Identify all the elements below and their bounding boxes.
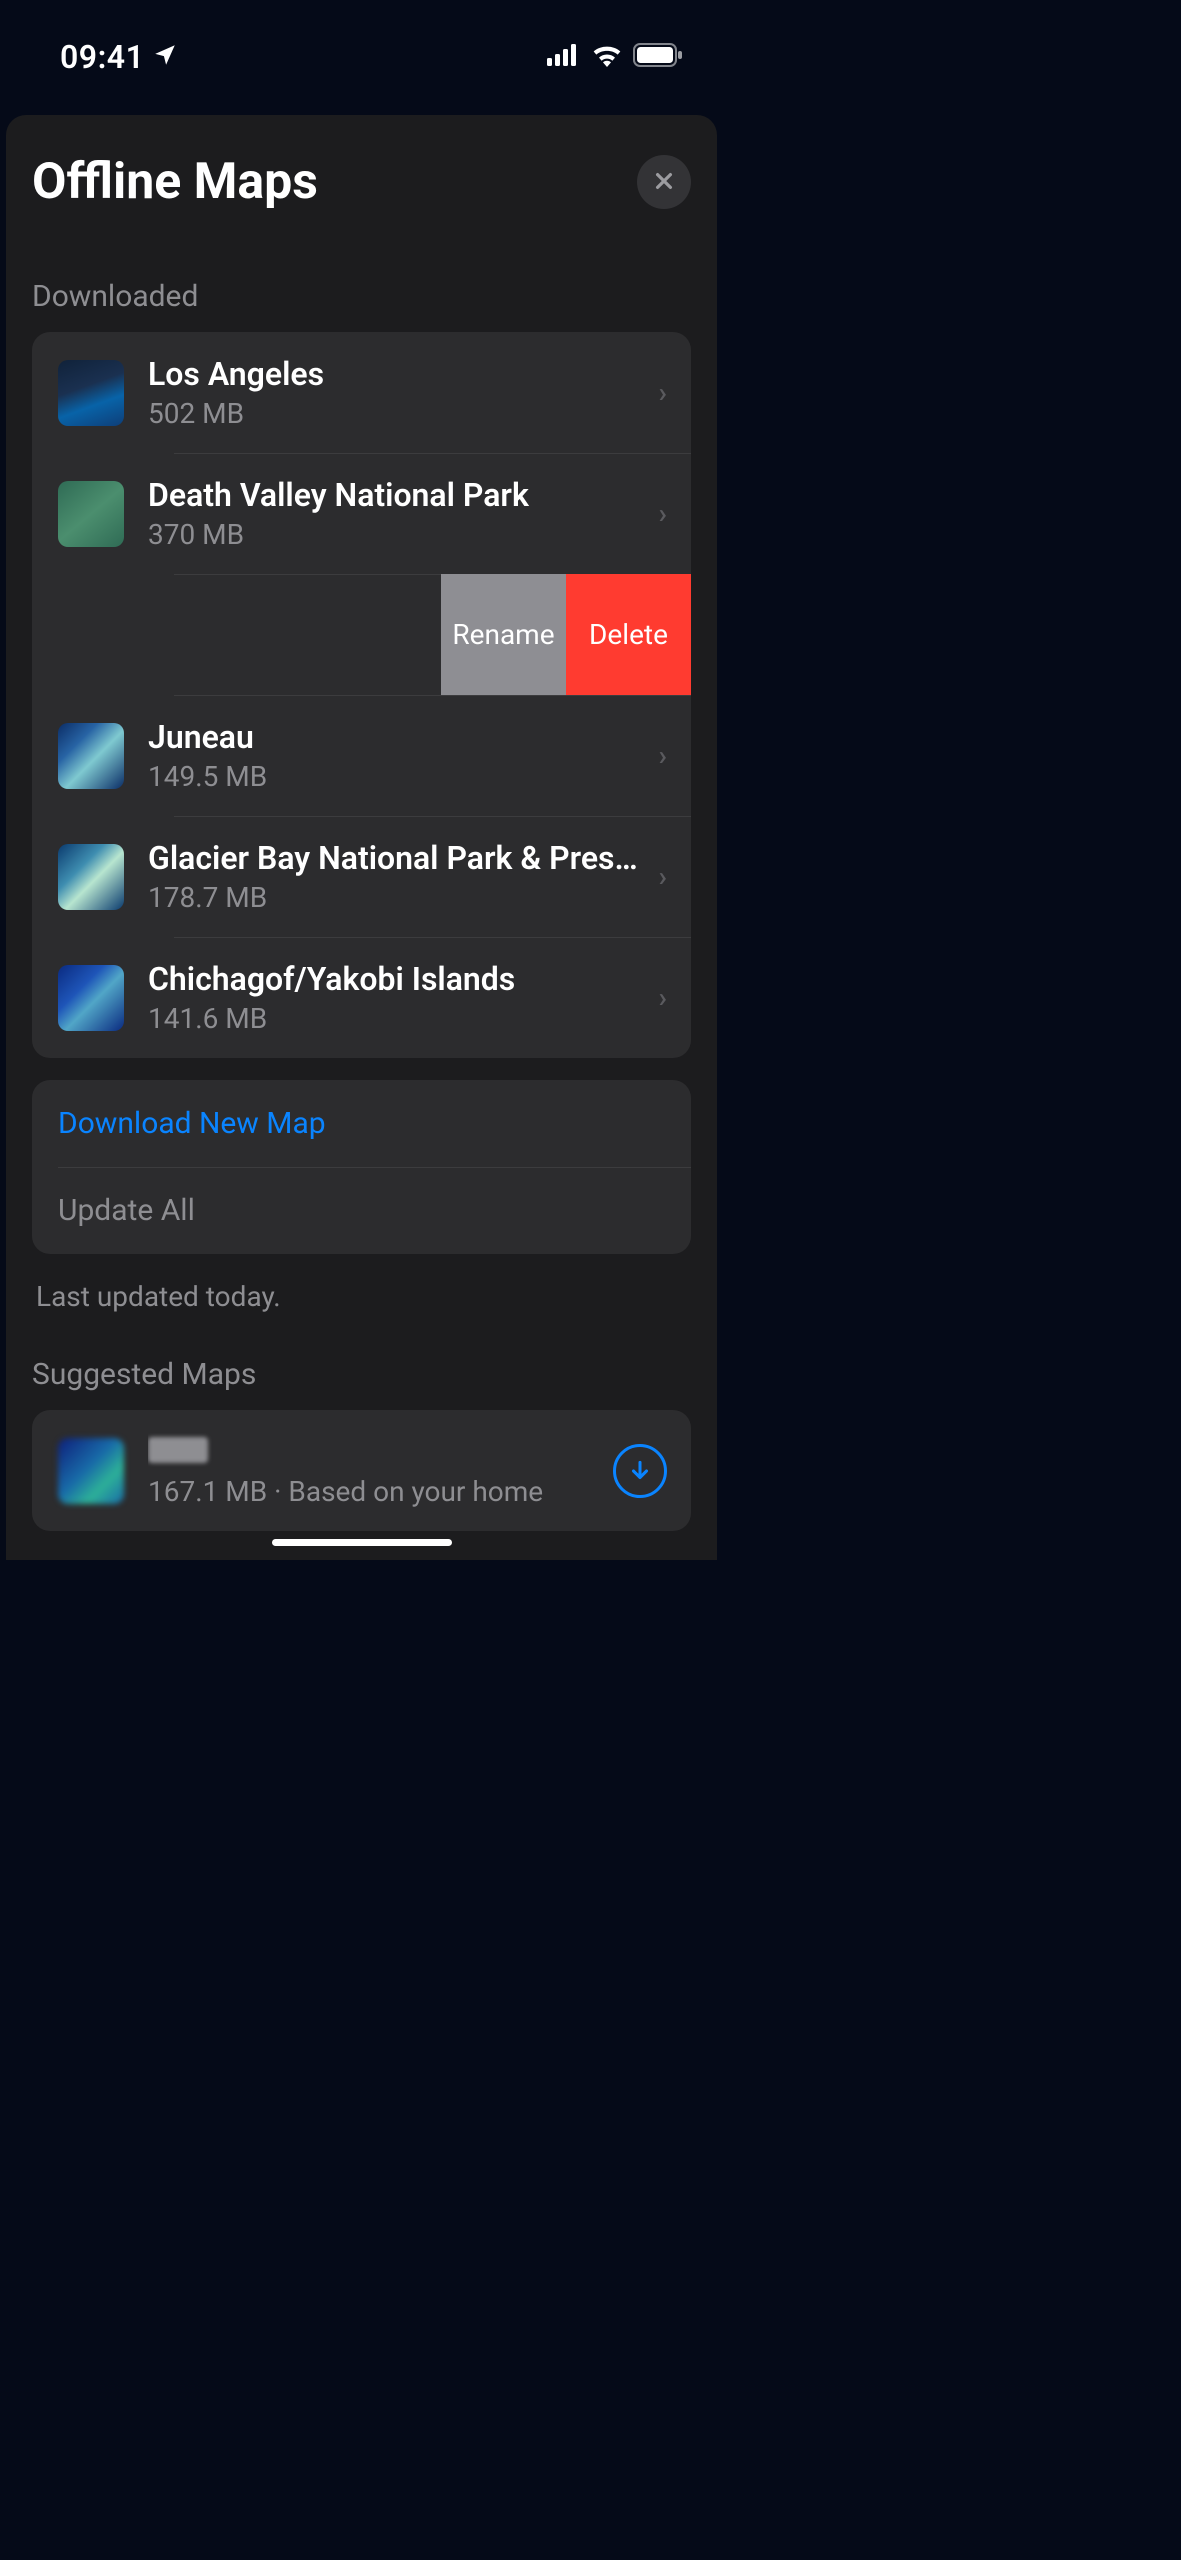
suggested-map-name-redacted (148, 1433, 601, 1471)
map-thumbnail (58, 1438, 124, 1504)
phone-frame: 09:41 Offline Maps (0, 0, 723, 1560)
map-name: Glacier Bay National Park & Preser... (148, 839, 647, 877)
close-button[interactable] (637, 155, 691, 209)
map-row-text: 167.1 MB · Based on your home (148, 1433, 601, 1508)
close-icon (653, 165, 675, 200)
map-thumbnail (58, 723, 124, 789)
sheet-header: Offline Maps (6, 153, 717, 251)
status-bar: 09:41 (0, 0, 723, 90)
map-name: Chichagof/Yakobi Islands (148, 960, 647, 998)
map-row-text: Los Angeles 502 MB (148, 355, 647, 430)
suggested-map-row[interactable]: 167.1 MB · Based on your home (32, 1410, 691, 1531)
status-left: 09:41 (60, 38, 178, 76)
download-new-map-button[interactable]: Download New Map (32, 1080, 691, 1167)
page-title: Offline Maps (32, 153, 318, 211)
map-size: 149.5 MB (148, 760, 647, 793)
map-thumbnail (58, 360, 124, 426)
map-name: Juneau (148, 718, 647, 756)
chevron-right-icon: › (659, 376, 667, 409)
suggested-list: 167.1 MB · Based on your home (32, 1410, 691, 1531)
downloaded-section-label: Downloaded (6, 251, 717, 332)
chevron-right-icon: › (659, 739, 667, 772)
actions-list: Download New Map Update All (32, 1080, 691, 1254)
delete-button[interactable]: Delete (566, 574, 691, 695)
map-thumbnail (58, 965, 124, 1031)
suggested-map-size: 167.1 MB (148, 1475, 267, 1508)
suggested-map-sub: 167.1 MB · Based on your home (148, 1475, 601, 1508)
map-row-death-valley[interactable]: Death Valley National Park 370 MB › (32, 453, 691, 574)
suggested-section-label: Suggested Maps (6, 1323, 717, 1410)
battery-icon (633, 43, 683, 71)
map-row-glacier-bay[interactable]: Glacier Bay National Park & Preser... 17… (32, 816, 691, 937)
cellular-signal-icon (547, 44, 581, 70)
status-time: 09:41 (60, 38, 144, 76)
rename-button[interactable]: Rename (441, 574, 566, 695)
offline-maps-sheet: Offline Maps Downloaded Los Angeles 502 … (6, 115, 717, 1560)
map-row-los-angeles[interactable]: Los Angeles 502 MB › (32, 332, 691, 453)
map-size: 178.7 MB (148, 881, 647, 914)
map-size: 370 MB (148, 518, 647, 551)
map-size: 141.6 MB (148, 1002, 647, 1035)
map-row-text: Glacier Bay National Park & Preser... 17… (148, 839, 647, 914)
map-row-text: Death Valley National Park 370 MB (148, 476, 647, 551)
wifi-icon (591, 43, 623, 71)
home-indicator[interactable] (272, 1539, 452, 1546)
last-updated-footnote: Last updated today. (6, 1254, 717, 1323)
map-name: Los Angeles (148, 355, 647, 393)
suggested-map-hint: Based on your home (288, 1475, 543, 1508)
map-row-text: Juneau 149.5 MB (148, 718, 647, 793)
map-name: Death Valley National Park (148, 476, 647, 514)
status-right (547, 43, 683, 71)
location-arrow-icon (152, 42, 178, 72)
chevron-right-icon: › (659, 981, 667, 1014)
map-row-juneau[interactable]: Juneau 149.5 MB › (32, 695, 691, 816)
update-all-button[interactable]: Update All (32, 1167, 691, 1254)
chevron-right-icon: › (659, 497, 667, 530)
map-size: 502 MB (148, 397, 647, 430)
map-row-text: Chichagof/Yakobi Islands 141.6 MB (148, 960, 647, 1035)
chevron-right-icon: › (659, 860, 667, 893)
download-arrow-icon (627, 1458, 653, 1484)
map-thumbnail (58, 844, 124, 910)
swipe-actions: Rename Delete (441, 574, 691, 695)
map-thumbnail (58, 481, 124, 547)
map-row-swiped[interactable]: ty › Rename Delete (32, 574, 691, 695)
downloaded-list: Los Angeles 502 MB › Death Valley Nation… (32, 332, 691, 1058)
map-row-chichagof[interactable]: Chichagof/Yakobi Islands 141.6 MB › (32, 937, 691, 1058)
download-button[interactable] (613, 1444, 667, 1498)
